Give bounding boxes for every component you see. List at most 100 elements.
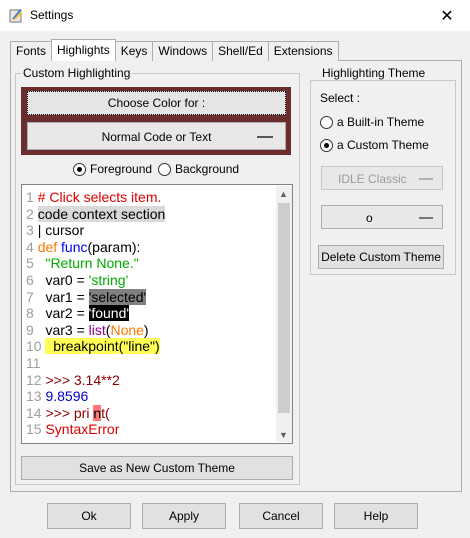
choose-color-button[interactable]: Choose Color for : — [27, 91, 286, 115]
builtin-theme-menu: IDLE Classic — [321, 166, 443, 190]
code-line: 1 # Click selects item. — [26, 189, 161, 206]
code-line: 12 >>> 3.14**2 — [26, 372, 120, 389]
tab-windows[interactable]: Windows — [152, 41, 214, 61]
code-line: 15 SyntaxError — [26, 421, 119, 438]
line-number: 6 — [26, 272, 34, 288]
custom-highlighting-label: Custom Highlighting — [21, 66, 133, 80]
menu-indicator-icon — [419, 178, 433, 180]
ok-button[interactable]: Ok — [47, 503, 131, 529]
code-line: 5 "Return None." — [26, 255, 139, 272]
line-number: 9 — [26, 321, 34, 338]
code-token: "Return None." — [45, 255, 139, 272]
window-title: Settings — [30, 8, 74, 22]
line-number: 5 — [26, 255, 34, 272]
code-line: 11 — [26, 355, 44, 372]
code-line: 9 var3 = list(None) — [26, 322, 149, 339]
code-token: code context section — [37, 205, 166, 222]
tab-highlights[interactable]: Highlights — [51, 39, 116, 61]
highlighting-theme-label: Highlighting Theme — [320, 66, 428, 80]
code-token: ) — [143, 321, 149, 338]
tab-extensions[interactable]: Extensions — [267, 41, 339, 61]
custom-theme-radio[interactable]: a Custom Theme — [320, 138, 429, 152]
tab-shell-ed[interactable]: Shell/Ed — [212, 41, 269, 61]
code-token: SyntaxError — [45, 421, 120, 438]
background-radio[interactable]: Background — [158, 162, 239, 176]
code-line: 4 def func(param): — [26, 239, 140, 256]
code-token: None — [110, 321, 144, 338]
line-number: 2 — [26, 205, 34, 222]
code-token: func — [61, 238, 88, 255]
scroll-up-icon[interactable]: ▲ — [279, 189, 288, 199]
code-token: # Click selects item. — [37, 189, 162, 205]
builtin-radio-indicator — [320, 115, 333, 129]
code-token: var3 = — [37, 321, 89, 338]
line-number: 15 — [26, 421, 42, 438]
code-token: >>> pri — [45, 404, 94, 421]
line-number: 8 — [26, 305, 34, 322]
apply-button[interactable]: Apply — [142, 503, 226, 529]
close-button[interactable]: ✕ — [424, 0, 470, 31]
code-token: 'selected' — [88, 288, 147, 305]
code-scrollbar-thumb[interactable] — [278, 203, 290, 413]
highlight-element-value: Normal Code or Text — [101, 130, 212, 144]
code-token: 'string' — [88, 272, 129, 288]
code-token: 9.8596 — [45, 388, 89, 405]
menu-indicator-icon — [419, 217, 433, 219]
code-token: list — [88, 321, 106, 338]
code-token: var2 = — [37, 305, 89, 322]
line-number: 14 — [26, 404, 42, 421]
custom-theme-menu[interactable]: o — [321, 205, 443, 229]
custom-radio-indicator — [320, 138, 333, 152]
code-token: t( — [101, 404, 110, 421]
help-button[interactable]: Help — [334, 503, 418, 529]
highlight-element-menu[interactable]: Normal Code or Text — [27, 122, 286, 150]
code-token: breakpoint("line") — [45, 338, 160, 355]
highlight-sample-text[interactable]: 1 # Click selects item. 2 code context se… — [21, 184, 293, 444]
background-label: Background — [175, 162, 240, 176]
code-token: (param): — [87, 238, 141, 255]
code-token: var0 = — [37, 272, 89, 288]
cancel-button[interactable]: Cancel — [239, 503, 323, 529]
code-line: 6 var0 = 'string' — [26, 272, 128, 289]
line-number: 7 — [26, 288, 34, 305]
builtin-theme-value: IDLE Classic — [338, 172, 407, 186]
code-token: | cursor — [37, 222, 85, 239]
code-token: var1 = — [37, 288, 89, 305]
code-line: 8 var2 = 'found' — [26, 305, 130, 322]
line-number: 13 — [26, 388, 42, 405]
code-token: 'found' — [88, 305, 130, 322]
foreground-radio-indicator — [73, 162, 86, 176]
foreground-radio[interactable]: Foreground — [73, 162, 152, 176]
save-custom-theme-button[interactable]: Save as New Custom Theme — [21, 456, 293, 480]
code-line: 3 | cursor — [26, 222, 84, 239]
close-icon: ✕ — [440, 7, 454, 25]
scroll-down-icon[interactable]: ▼ — [279, 430, 288, 440]
code-line: 10 breakpoint("line") — [26, 338, 160, 355]
custom-theme-value: o — [366, 211, 373, 225]
tab-fonts[interactable]: Fonts — [10, 41, 53, 61]
custom-theme-label: a Custom Theme — [337, 138, 429, 152]
menu-indicator-icon — [257, 136, 273, 138]
line-number: 10 — [26, 338, 42, 355]
code-token: >>> 3.14**2 — [45, 371, 120, 388]
builtin-theme-label: a Built-in Theme — [337, 115, 425, 129]
code-line: 13 9.8596 — [26, 388, 88, 405]
code-token: n — [93, 404, 102, 421]
line-number: 12 — [26, 371, 42, 388]
line-number: 1 — [26, 189, 34, 205]
tab-keys[interactable]: Keys — [114, 41, 154, 61]
background-radio-indicator — [158, 162, 171, 176]
delete-custom-theme-button[interactable]: Delete Custom Theme — [318, 245, 444, 269]
line-number: 11 — [26, 355, 41, 371]
select-label: Select : — [320, 91, 361, 105]
builtin-theme-radio[interactable]: a Built-in Theme — [320, 115, 424, 129]
python-feather-icon — [9, 9, 22, 23]
code-line: 2 code context section — [26, 205, 166, 223]
foreground-label: Foreground — [90, 162, 153, 176]
tab-strip: Fonts Highlights Keys Windows Shell/Ed E… — [10, 39, 339, 61]
code-token: def — [37, 238, 58, 255]
code-line: 14 >>> pri nt( — [26, 404, 110, 422]
code-line: 7 var1 = 'selected' — [26, 288, 147, 306]
line-number: 3 — [26, 222, 34, 239]
line-number: 4 — [26, 238, 34, 255]
